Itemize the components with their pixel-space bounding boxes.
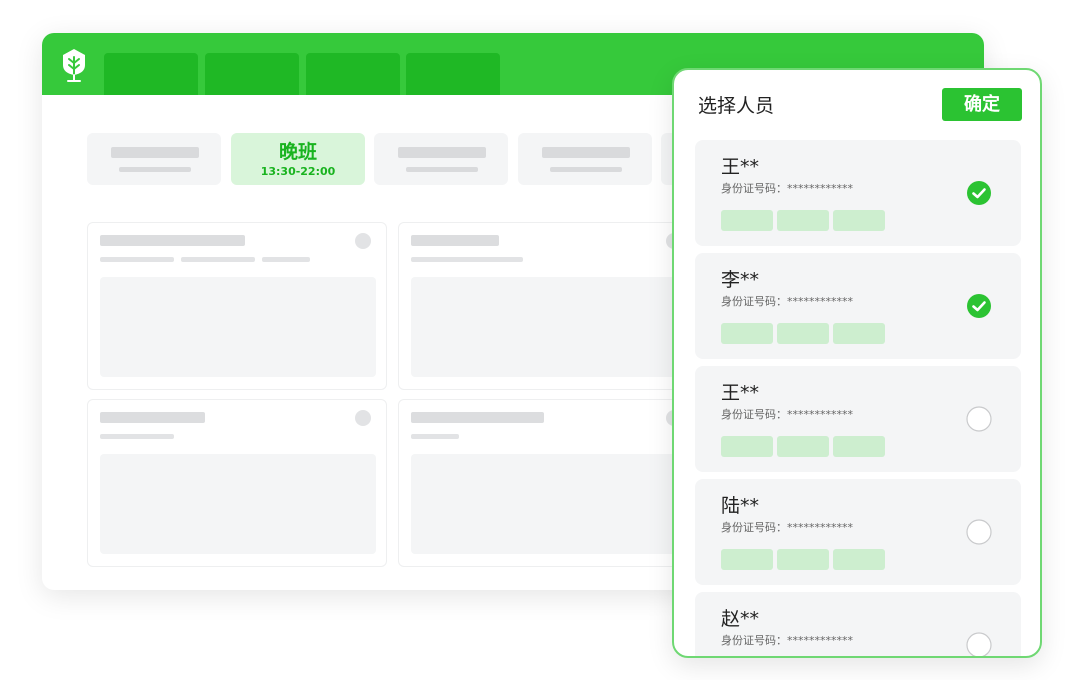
person-name: 王** bbox=[721, 382, 760, 404]
tag bbox=[833, 549, 885, 570]
person-name: 李** bbox=[721, 269, 760, 291]
checkmark-circle-icon[interactable] bbox=[966, 180, 992, 206]
tag bbox=[777, 436, 829, 457]
id-label: 身份证号码： bbox=[721, 634, 787, 647]
header-tab-4[interactable] bbox=[406, 53, 500, 95]
person-item[interactable]: 陆** 身份证号码：************ bbox=[695, 479, 1021, 585]
shift-card-active[interactable]: 晚班 13:30-22:00 bbox=[231, 133, 365, 185]
tag bbox=[833, 436, 885, 457]
tag bbox=[721, 323, 773, 344]
person-item[interactable]: 王** 身份证号码：************ bbox=[695, 366, 1021, 472]
person-item[interactable]: 赵** 身份证号码：************ bbox=[695, 592, 1021, 658]
header-tab-3[interactable] bbox=[306, 53, 400, 95]
id-label: 身份证号码： bbox=[721, 521, 787, 534]
id-value: ************ bbox=[787, 295, 853, 308]
person-id: 身份证号码：************ bbox=[721, 408, 853, 422]
empty-circle-icon[interactable] bbox=[966, 406, 992, 432]
person-name: 陆** bbox=[721, 495, 760, 517]
id-value: ************ bbox=[787, 521, 853, 534]
person-id: 身份证号码：************ bbox=[721, 634, 853, 648]
tag bbox=[777, 549, 829, 570]
shift-card-1[interactable] bbox=[87, 133, 221, 185]
id-value: ************ bbox=[787, 408, 853, 421]
content-panel-3 bbox=[87, 399, 387, 567]
person-id: 身份证号码：************ bbox=[721, 295, 853, 309]
content-panel-1 bbox=[87, 222, 387, 390]
tree-logo-icon bbox=[63, 49, 85, 82]
shift-name: 晚班 bbox=[278, 141, 317, 163]
content-panel-2 bbox=[398, 222, 698, 390]
id-label: 身份证号码： bbox=[721, 408, 787, 421]
person-list: 王** 身份证号码：************ 李** 身份证号码：*******… bbox=[674, 70, 1040, 656]
id-label: 身份证号码： bbox=[721, 182, 787, 195]
empty-circle-icon[interactable] bbox=[966, 632, 992, 658]
id-value: ************ bbox=[787, 634, 853, 647]
content-panel-4 bbox=[398, 399, 698, 567]
tag bbox=[721, 436, 773, 457]
shift-time: 13:30-22:00 bbox=[260, 165, 336, 178]
tag bbox=[721, 210, 773, 231]
tag bbox=[833, 323, 885, 344]
header-tab-2[interactable] bbox=[205, 53, 299, 95]
empty-circle-icon[interactable] bbox=[966, 519, 992, 545]
person-id: 身份证号码：************ bbox=[721, 521, 853, 535]
tag bbox=[777, 210, 829, 231]
select-personnel-modal: 选择人员 确定 王** 身份证号码：************ 李** 身份证号码… bbox=[672, 68, 1042, 658]
person-id: 身份证号码：************ bbox=[721, 182, 853, 196]
person-name: 王** bbox=[721, 156, 760, 178]
shift-card-4[interactable] bbox=[518, 133, 652, 185]
id-label: 身份证号码： bbox=[721, 295, 787, 308]
person-item[interactable]: 王** 身份证号码：************ bbox=[695, 140, 1021, 246]
header-tab-1[interactable] bbox=[104, 53, 198, 95]
person-item[interactable]: 李** 身份证号码：************ bbox=[695, 253, 1021, 359]
shift-card-3[interactable] bbox=[374, 133, 508, 185]
person-name: 赵** bbox=[721, 608, 760, 630]
checkmark-circle-icon[interactable] bbox=[966, 293, 992, 319]
id-value: ************ bbox=[787, 182, 853, 195]
tag bbox=[777, 323, 829, 344]
tag bbox=[721, 549, 773, 570]
tag bbox=[833, 210, 885, 231]
